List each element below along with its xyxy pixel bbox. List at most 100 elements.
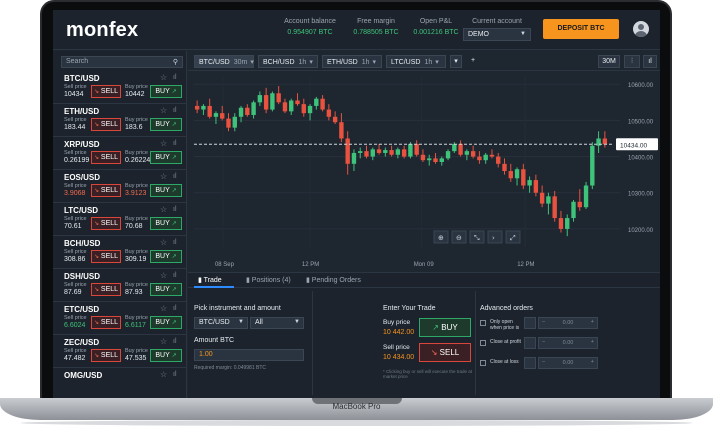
buy-price-label: Buy price <box>125 315 148 321</box>
instrument-row[interactable]: BCH/USD ☆ ıl Sell price 308.86 ↘ SELL Buy pric… <box>53 236 187 269</box>
buy-button[interactable]: BUY ↗ <box>150 118 182 131</box>
buy-button[interactable]: BUY ↗ <box>150 151 182 164</box>
app-logo[interactable]: monfex <box>66 19 138 42</box>
buy-price-label: Buy price <box>125 216 148 222</box>
candle <box>452 143 457 152</box>
chart-bars-icon[interactable]: ıl <box>173 239 177 246</box>
sell-button[interactable]: ↘ SELL <box>91 283 121 296</box>
chart-bars-icon[interactable]: ıl <box>173 140 177 147</box>
plus-icon[interactable]: + <box>591 359 594 365</box>
account-select[interactable]: DEMO ▼ <box>463 28 531 41</box>
sell-button[interactable]: ↘ SELL <box>419 343 471 362</box>
star-icon[interactable]: ☆ <box>160 370 167 379</box>
instrument-select[interactable]: BTC/USD ▼ <box>194 317 248 329</box>
star-icon[interactable]: ☆ <box>160 337 167 346</box>
star-icon[interactable]: ☆ <box>160 106 167 115</box>
buy-button[interactable]: BUY ↗ <box>150 184 182 197</box>
star-icon[interactable]: ☆ <box>160 73 167 82</box>
chart-bars-icon[interactable]: ıl <box>173 206 177 213</box>
instrument-row[interactable]: BTC/USD ☆ ıl Sell price 10434 ↘ SELL Buy price… <box>53 71 187 104</box>
star-icon[interactable]: ☆ <box>160 139 167 148</box>
plus-icon[interactable]: + <box>591 319 594 325</box>
instrument-row[interactable]: ETC/USD ☆ ıl Sell price 6.6024 ↘ SELL Buy pric… <box>53 302 187 335</box>
price-chart[interactable]: 10600.00 10500.00 10400.00 10300.00 10200.00… <box>188 71 660 272</box>
loss-checkbox[interactable] <box>480 360 486 366</box>
buy-price-label: Buy price <box>125 249 148 255</box>
sell-button[interactable]: ↘ SELL <box>91 118 121 131</box>
chart-tab-btc[interactable]: BTC/USD 30m ▾ <box>194 55 254 68</box>
open-price-stepper[interactable]: −0.00 + <box>538 317 598 329</box>
instrument-row[interactable]: LTC/USD ☆ ıl Sell price 70.61 ↘ SELL Buy price… <box>53 203 187 236</box>
sell-button[interactable]: ↘ SELL <box>91 349 121 362</box>
sell-button[interactable]: ↘ SELL <box>91 250 121 263</box>
instrument-row[interactable]: DSH/USD ☆ ıl Sell price 87.69 ↘ SELL Buy price… <box>53 269 187 302</box>
instrument-name: DSH/USD <box>64 272 101 281</box>
buy-button[interactable]: ↗ BUY <box>419 318 471 337</box>
add-tab-button[interactable]: + <box>466 55 480 68</box>
star-icon[interactable]: ☆ <box>160 172 167 181</box>
user-avatar-icon[interactable] <box>633 21 649 37</box>
buy-button[interactable]: BUY ↗ <box>150 349 182 362</box>
star-icon[interactable]: ☆ <box>160 205 167 214</box>
mode-toggle[interactable] <box>524 357 536 369</box>
chart-tab-ltc[interactable]: LTC/USD 1h ▾ <box>386 55 446 68</box>
open-price-checkbox[interactable] <box>480 320 486 326</box>
y-tick-label: 10500.00 <box>628 119 654 125</box>
buy-button[interactable]: BUY ↗ <box>150 283 182 296</box>
buy-button[interactable]: BUY ↗ <box>150 217 182 230</box>
current-account-label: Current account <box>472 18 522 25</box>
loss-stepper[interactable]: −0.00 + <box>538 357 598 369</box>
chart-bars-icon[interactable]: ıl <box>173 74 177 81</box>
instrument-row[interactable]: OMG/USD ☆ ıl <box>53 368 187 398</box>
profit-checkbox[interactable] <box>480 340 486 346</box>
instrument-row[interactable]: ETH/USD ☆ ıl Sell price 183.44 ↘ SELL Buy pric… <box>53 104 187 137</box>
star-icon[interactable]: ☆ <box>160 304 167 313</box>
chevron-right-button[interactable] <box>487 230 503 244</box>
instrument-row[interactable]: EOS/USD ☆ ıl Sell price 3.9068 ↘ SELL Buy pric… <box>53 170 187 203</box>
tab-trade[interactable]: ▮ Trade <box>198 276 222 284</box>
candle <box>389 150 394 155</box>
buy-price-label: Buy price <box>125 282 148 288</box>
buy-button[interactable]: BUY ↗ <box>150 250 182 263</box>
chart-bars-icon[interactable]: ıl <box>173 305 177 312</box>
chart-bars-icon[interactable]: ıl <box>173 338 177 345</box>
star-icon[interactable]: ☆ <box>160 238 167 247</box>
chart-bars-icon[interactable]: ıl <box>173 107 177 114</box>
top-header: monfex Account balance 0.954907 BTC Free… <box>53 10 660 50</box>
chart-tab-eth[interactable]: ETH/USD 1h ▾ <box>322 55 382 68</box>
indicators-icon[interactable]: ıl <box>643 55 657 68</box>
fullscreen-icon: ⤢ <box>510 234 516 242</box>
instrument-row[interactable]: ZEC/USD ☆ ıl Sell price 47.482 ↘ SELL Buy pric… <box>53 335 187 368</box>
more-tabs-button[interactable]: ▾ <box>450 55 462 68</box>
chevron-down-icon: ▾ <box>250 59 254 66</box>
deposit-button[interactable]: DEPOSIT BTC <box>543 19 619 39</box>
sell-price-label: Sell price <box>64 348 87 354</box>
sell-button[interactable]: ↘ SELL <box>91 151 121 164</box>
tab-pending-orders[interactable]: ▮ Pending Orders <box>306 276 361 284</box>
arrow-down-icon: ↘ <box>93 353 99 359</box>
instrument-row[interactable]: XRP/USD ☆ ıl Sell price 0.26199 ↘ SELL Buy pri… <box>53 137 187 170</box>
buy-button[interactable]: BUY ↗ <box>150 85 182 98</box>
mode-toggle[interactable] <box>524 317 536 329</box>
chart-bars-icon[interactable]: ıl <box>173 173 177 180</box>
amount-input[interactable]: 1.00 <box>194 349 304 361</box>
candle <box>370 149 375 157</box>
sell-button[interactable]: ↘ SELL <box>91 184 121 197</box>
chart-tab-bch[interactable]: BCH/USD 1h ▾ <box>258 55 318 68</box>
filter-select[interactable]: All ▼ <box>250 317 304 329</box>
profit-stepper[interactable]: −0.00 + <box>538 337 598 349</box>
sell-button[interactable]: ↘ SELL <box>91 217 121 230</box>
chart-bars-icon[interactable]: ıl <box>173 272 177 279</box>
sell-button[interactable]: ↘ SELL <box>91 316 121 329</box>
buy-button[interactable]: BUY ↗ <box>150 316 182 329</box>
chart-bars-icon[interactable]: ıl <box>173 371 177 378</box>
mode-toggle[interactable] <box>524 337 536 349</box>
chart-type-icon[interactable]: ⫶ <box>624 55 640 68</box>
interval-button[interactable]: 30M <box>598 55 620 68</box>
sell-button[interactable]: ↘ SELL <box>91 85 121 98</box>
y-tick-label: 10300.00 <box>628 192 654 198</box>
star-icon[interactable]: ☆ <box>160 271 167 280</box>
plus-icon[interactable]: + <box>591 339 594 345</box>
tab-positions[interactable]: ▮ Positions (4) <box>246 276 291 284</box>
search-input[interactable]: Search ⚲ <box>61 56 183 68</box>
